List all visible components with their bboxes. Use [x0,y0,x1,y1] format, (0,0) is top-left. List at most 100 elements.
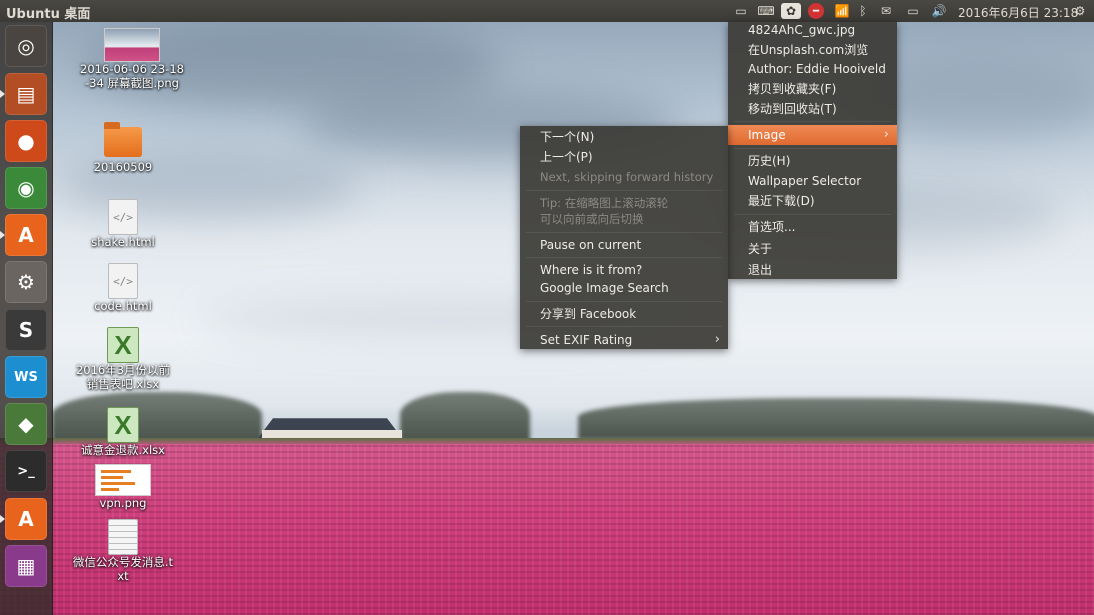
variety-icon[interactable]: ✿ [781,3,801,19]
variety-menu: 4824AhC_gwc.jpg 在Unsplash.com浏览 Author: … [728,22,897,279]
top-panel: Ubuntu 桌面 ▭ ⌨ ✿ ━ 📶 ᛒ ✉ ▭ 🔊 2016年6月6日 23… [0,0,1094,22]
menu-separator [526,301,722,302]
terminal-icon[interactable]: >_ [5,450,47,492]
workspace-switcher-glyph: ▦ [16,554,36,578]
html-file-icon: </> [108,263,138,299]
software-center-glyph: A [18,223,34,247]
running-indicator-icon [0,90,5,98]
desktop-icon-label: 诚意金退款.xlsx [81,443,165,457]
menu-item-label: Image [748,128,786,142]
launcher: ◎ ▤ ● ◉ A ⚙ S WS ◆ >_ A ▦ [0,22,53,615]
menu-item-preferences[interactable]: 首选项... [728,217,897,237]
menu-separator [526,257,722,258]
battery-icon[interactable]: ▭ [902,3,924,19]
desktop-icon-label: 微信公众号发消息.txt [72,555,174,583]
menu-separator [526,232,722,233]
desktop-icon-label: code.html [94,299,152,313]
menu-item-image[interactable]: Image › [728,125,897,145]
spreadsheet-icon: X [107,327,139,363]
volume-icon[interactable]: 🔊 [930,3,948,19]
running-indicator-icon [0,231,5,239]
desktop-icon-vpn-png[interactable]: vpn.png [71,464,175,510]
menu-item-previous[interactable]: 上一个(P) [520,147,728,167]
menu-separator [734,214,891,215]
system-settings-icon[interactable]: ⚙ [5,261,47,303]
workspace-switcher-icon[interactable]: ▦ [5,545,47,587]
menu-item-history[interactable]: 历史(H) [728,151,897,171]
html-file-icon: </> [108,199,138,235]
desktop-icon-label: 2016-06-06 23-18-34 屏幕截图.png [80,62,184,90]
terminal-glyph: >_ [17,463,35,479]
android-icon[interactable]: ◆ [5,403,47,445]
menu-separator [734,121,891,122]
menu-item-next[interactable]: 下一个(N) [520,127,728,147]
chevron-right-icon: › [883,127,889,142]
spreadsheet-icon: X [107,407,139,443]
chevron-right-icon: › [714,332,720,347]
folder-icon [104,122,142,157]
files-glyph: ▤ [16,82,36,106]
clock[interactable]: 2016年6月6日 23:18 [958,4,1078,21]
menu-item-filename[interactable]: 4824AhC_gwc.jpg [728,20,897,40]
menu-item-wallpaper-selector[interactable]: Wallpaper Selector [728,171,897,191]
gear-icon[interactable]: ⚙ [1072,3,1088,19]
desktop-icon-code-html[interactable]: </> code.html [71,263,175,313]
desktop-icon-shake-html[interactable]: </> shake.html [71,199,175,249]
menu-item-pause[interactable]: Pause on current [520,235,728,255]
wifi-icon[interactable]: 📶 [832,3,852,19]
menu-item-about[interactable]: 关于 [728,239,897,259]
ubuntu-dash-glyph: ◎ [17,34,35,58]
menu-item-set-exif-rating[interactable]: Set EXIF Rating › [520,330,728,350]
desktop-icon-wechat-txt[interactable]: 微信公众号发消息.txt [71,519,175,583]
mail-icon[interactable]: ✉ [877,3,895,19]
menu-item-move-trash[interactable]: 移动到回收站(T) [728,99,897,119]
menu-item-browse-unsplash[interactable]: 在Unsplash.com浏览 [728,40,897,60]
menu-item-where-from[interactable]: Where is it from? [520,260,728,280]
desktop-icon-sales-xlsx[interactable]: X 2016年3月份以前销售表吧.xlsx [71,327,175,391]
firefox-glyph: ● [17,129,35,153]
files-icon[interactable]: ▤ [5,73,47,115]
firefox-icon[interactable]: ● [5,120,47,162]
desktop-icon-label: vpn.png [99,496,147,510]
menu-separator [526,190,722,191]
system-settings-glyph: ⚙ [17,270,35,294]
webstorm-glyph: WS [14,369,38,385]
menu-item-tip-line2: 可以向前或向后切换 [540,212,644,226]
bluetooth-icon[interactable]: ᛒ [856,3,870,19]
chrome-glyph: ◉ [17,176,35,200]
desktop-icon-screenshot[interactable]: 2016-06-06 23-18-34 屏幕截图.png [80,28,184,90]
image-thumbnail-icon [95,464,151,496]
menu-item-copy-favorites[interactable]: 拷贝到收藏夹(F) [728,79,897,99]
desktop-icon-label: 2016年3月份以前销售表吧.xlsx [75,363,171,391]
sublime-text-glyph: S [18,318,34,342]
software-updater-icon[interactable]: A [5,498,47,540]
menu-item-recent-downloads[interactable]: 最近下载(D) [728,191,897,211]
image-submenu: 下一个(N) 上一个(P) Next, skipping forward his… [520,126,728,349]
stop-icon[interactable]: ━ [808,3,824,19]
chrome-icon[interactable]: ◉ [5,167,47,209]
desktop-icon-folder[interactable]: 20160509 [71,122,175,174]
menu-separator [526,326,722,327]
desktop-icon-label: 20160509 [93,160,153,174]
menu-item-quit[interactable]: 退出 [728,260,897,280]
software-updater-glyph: A [18,507,34,531]
menu-item-google-image-search[interactable]: Google Image Search [520,278,728,298]
android-glyph: ◆ [18,412,34,436]
sublime-text-icon[interactable]: S [5,309,47,351]
running-indicator-icon [0,515,5,523]
keyboard-icon[interactable]: ⌨ [757,3,775,19]
webstorm-icon[interactable]: WS [5,356,47,398]
menu-item-label: Set EXIF Rating [540,333,633,347]
menu-separator [734,148,891,149]
menu-item-share-facebook[interactable]: 分享到 Facebook [520,304,728,324]
ubuntu-dash-icon[interactable]: ◎ [5,25,47,67]
screen-icon[interactable]: ▭ [732,3,750,19]
desktop-icon-refund-xlsx[interactable]: X 诚意金退款.xlsx [71,407,175,457]
software-center-icon[interactable]: A [5,214,47,256]
image-thumbnail-icon [104,28,160,62]
text-file-icon [108,519,138,555]
menu-item-next-skip-history: Next, skipping forward history [540,170,714,184]
desktop-icon-label: shake.html [91,235,155,249]
menu-item-author[interactable]: Author: Eddie Hooiveld [728,59,897,79]
window-title: Ubuntu 桌面 [6,7,91,22]
